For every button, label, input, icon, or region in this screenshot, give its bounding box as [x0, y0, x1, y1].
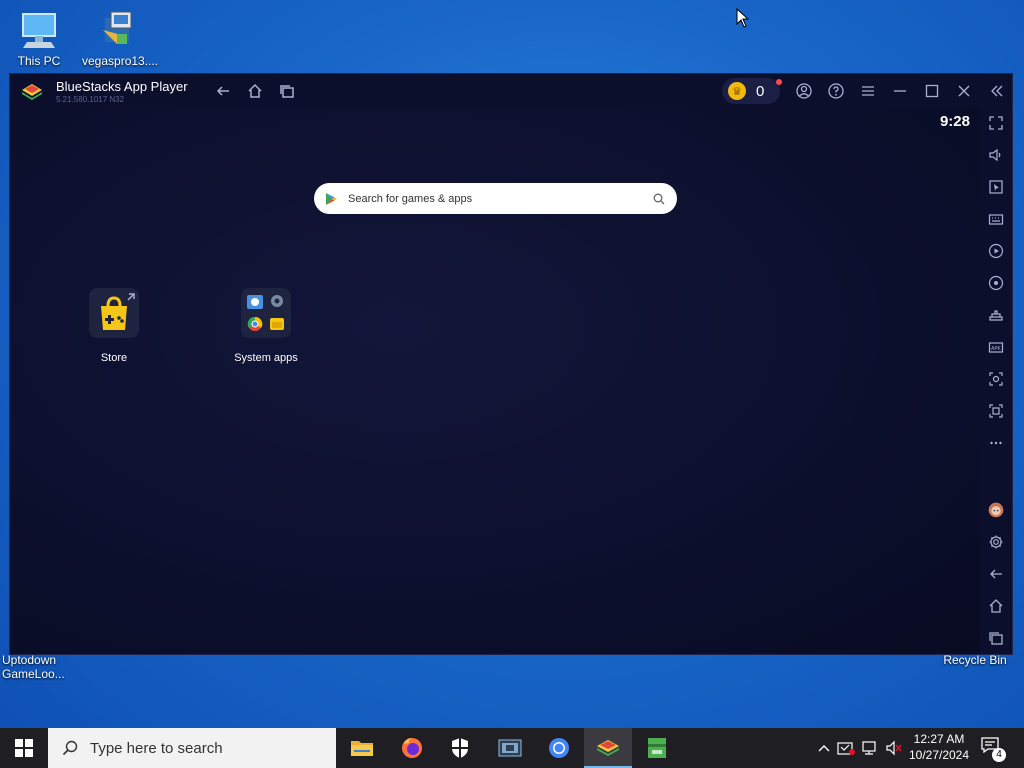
taskbar-firefox[interactable]	[388, 728, 436, 768]
notification-dot	[776, 79, 782, 85]
notification-count-badge: 4	[992, 748, 1006, 762]
show-hidden-icons-button[interactable]	[814, 738, 834, 758]
tray-volume-icon[interactable]	[884, 738, 904, 758]
computer-icon	[17, 8, 61, 52]
desktop-icon-recycle-bin[interactable]: Recycle Bin	[940, 653, 1010, 667]
taskbar-green-app[interactable]	[633, 728, 681, 768]
book-icon	[648, 738, 666, 758]
version-label: 5.21.580.1017 N32	[56, 95, 125, 104]
volume-button[interactable]	[986, 145, 1006, 165]
play-search-bar[interactable]: Search for games & apps	[314, 183, 677, 214]
volume-muted-icon	[886, 740, 902, 756]
taskbar-security[interactable]	[436, 728, 484, 768]
firefox-icon	[402, 738, 422, 758]
taskbar-clock[interactable]: 12:27 AM 10/27/2024	[904, 731, 974, 763]
more-options-button[interactable]	[986, 433, 1006, 453]
title-bar: BlueStacks App Player 5.21.580.1017 N32 …	[10, 74, 1012, 108]
desktop-icon-uptodown[interactable]: Uptodown GameLoo...	[2, 653, 72, 681]
desktop-icon-label: Uptodown GameLoo...	[2, 653, 65, 681]
right-sidebar: APK	[980, 108, 1012, 654]
taskbar: Type here to search 12:27 AM 10/27/2024 …	[0, 728, 1024, 768]
shield-icon	[452, 738, 468, 758]
window-title: BlueStacks App Player	[56, 79, 188, 94]
tray-network-icon[interactable]	[860, 738, 880, 758]
taskbar-time: 12:27 AM	[913, 732, 965, 746]
bluestacks-icon	[597, 740, 619, 756]
screenshot-button[interactable]	[986, 369, 1006, 389]
maximize-button[interactable]	[921, 80, 943, 102]
avatar	[988, 502, 1004, 518]
help-button[interactable]	[825, 80, 847, 102]
taskbar-search-placeholder: Type here to search	[90, 739, 223, 757]
back-button[interactable]	[212, 80, 234, 102]
close-button[interactable]	[953, 80, 975, 102]
minimize-button[interactable]	[889, 80, 911, 102]
android-clock: 9:28	[939, 113, 970, 130]
svg-text:APK: APK	[991, 346, 1001, 352]
search-placeholder: Search for games & apps	[348, 192, 473, 205]
keyboard-button[interactable]	[986, 209, 1006, 229]
taskbar-video-editor[interactable]	[486, 728, 534, 768]
app-label: Store	[100, 352, 128, 364]
pointer-button[interactable]	[986, 177, 1006, 197]
app-store[interactable]: Store	[64, 288, 164, 364]
installer-icon	[95, 8, 139, 52]
coins-button[interactable]: ♛ 0	[722, 78, 780, 104]
recent-apps-button[interactable]	[276, 80, 298, 102]
app-system-apps[interactable]: System apps	[216, 288, 316, 364]
mouse-cursor-icon	[736, 8, 750, 28]
taskbar-chrome[interactable]	[535, 728, 583, 768]
desktop-icon-label: Recycle Bin	[943, 653, 1007, 667]
security-alert-icon	[837, 742, 855, 755]
collapse-sidebar-button[interactable]	[986, 80, 1008, 102]
android-recents-button[interactable]	[986, 628, 1006, 648]
android-home-button[interactable]	[986, 596, 1006, 616]
tray-security-icon[interactable]	[836, 738, 856, 758]
desktop-icon-label: This PC	[17, 54, 61, 68]
film-icon	[498, 739, 522, 757]
windows-logo-icon	[15, 739, 33, 757]
taskbar-bluestacks[interactable]	[584, 728, 632, 768]
chrome-icon	[549, 738, 569, 758]
rotate-button[interactable]	[986, 273, 1006, 293]
search-icon	[62, 740, 78, 756]
taskbar-date: 10/27/2024	[908, 748, 970, 762]
android-screen[interactable]: 9:28 Search for games & apps Store Syste…	[10, 108, 980, 654]
menu-button[interactable]	[857, 80, 879, 102]
coin-icon: ♛	[728, 82, 746, 100]
start-button[interactable]	[0, 728, 48, 768]
avatar-button[interactable]	[984, 498, 1008, 522]
desktop-icon-label: vegaspro13....	[82, 54, 159, 68]
bluestacks-logo-icon	[20, 80, 44, 102]
app-label: System apps	[234, 352, 298, 364]
network-icon	[862, 741, 876, 755]
macro-button[interactable]	[986, 241, 1006, 261]
settings-button[interactable]	[986, 532, 1006, 552]
store-icon	[89, 288, 139, 338]
coin-count: 0	[756, 82, 765, 100]
system-apps-folder-icon	[241, 288, 291, 338]
folder-icon	[351, 741, 373, 756]
chevron-up-icon	[818, 745, 830, 752]
bluestacks-window: BlueStacks App Player 5.21.580.1017 N32 …	[10, 74, 1012, 654]
taskbar-search-box[interactable]: Type here to search	[48, 728, 336, 768]
desktop-icon-vegaspro[interactable]: vegaspro13....	[82, 8, 159, 68]
eco-mode-button[interactable]	[986, 305, 1006, 325]
fullscreen-button[interactable]	[986, 113, 1006, 133]
taskbar-file-explorer[interactable]	[338, 728, 386, 768]
desktop-icon-this-pc[interactable]: This PC	[4, 8, 74, 68]
account-button[interactable]	[793, 80, 815, 102]
google-play-icon	[326, 192, 337, 205]
screen-record-button[interactable]	[986, 401, 1006, 421]
android-back-button[interactable]	[986, 564, 1006, 584]
install-apk-button[interactable]: APK	[986, 337, 1006, 357]
home-button[interactable]	[244, 80, 266, 102]
search-icon	[653, 193, 665, 204]
